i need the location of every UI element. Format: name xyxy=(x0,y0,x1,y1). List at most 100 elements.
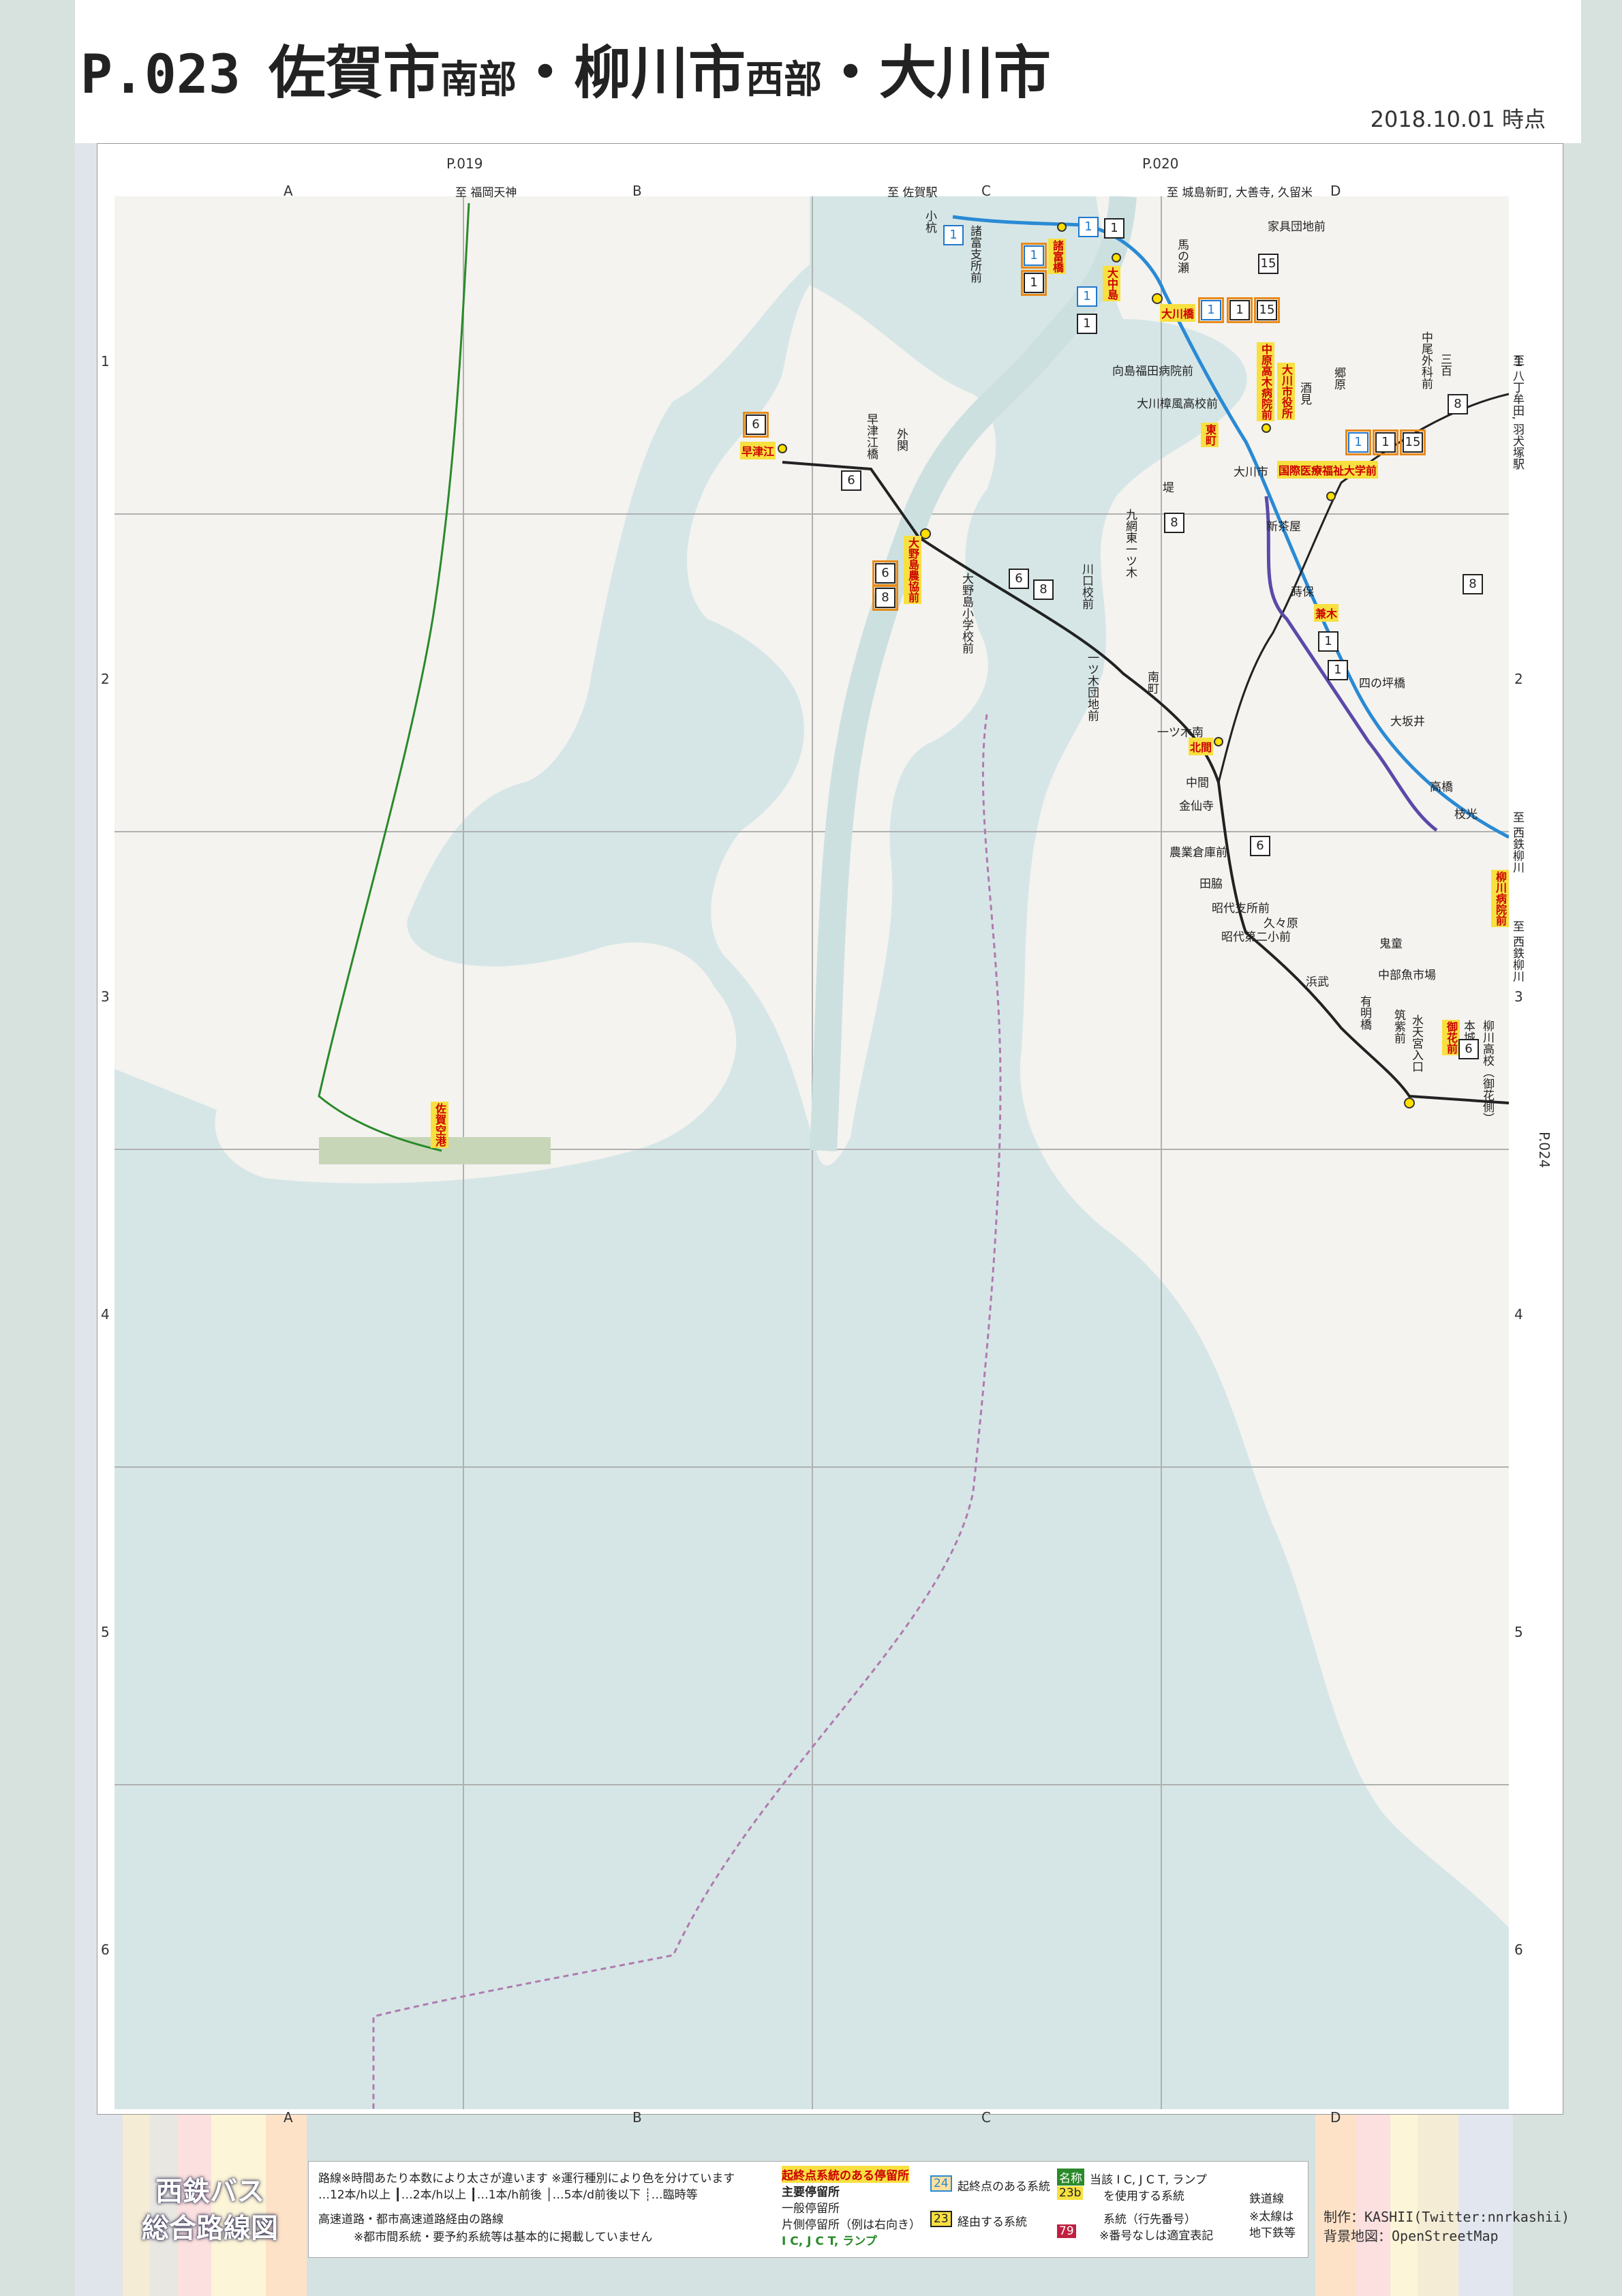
row-label-2: 2 xyxy=(1514,671,1523,687)
stop-label[interactable]: 九網東一ツ木 xyxy=(1122,509,1139,578)
route-badge[interactable]: 8 xyxy=(872,585,898,611)
stop-label[interactable]: 新茶屋 xyxy=(1266,517,1301,534)
stop-label-main[interactable]: 柳川病院前 xyxy=(1491,870,1509,927)
stop-label[interactable]: 酒見 xyxy=(1296,382,1313,405)
legend-route-num: 23 xyxy=(930,2211,952,2227)
stop-label-main[interactable]: 大川橋 xyxy=(1160,304,1196,322)
route-badge[interactable]: 1 xyxy=(943,225,964,245)
route-badge[interactable]: 6 xyxy=(1458,1039,1479,1059)
route-badge[interactable]: 6 xyxy=(1009,569,1029,589)
route-badge[interactable]: 1 xyxy=(1227,297,1253,323)
title-part: 柳川市 xyxy=(574,40,746,106)
stop-label[interactable]: 中尾外科前 xyxy=(1418,331,1435,389)
route-badge[interactable]: 1 xyxy=(1021,270,1047,296)
edge-dest-kashima: 至 城島新町, 大善寺, 久留米 xyxy=(1167,186,1313,200)
legend-route-num: 23b xyxy=(1057,2186,1084,2200)
stop-label[interactable]: 高橋 xyxy=(1430,777,1453,794)
stop-label-main[interactable]: 大川市役所 xyxy=(1277,363,1295,420)
title-part: ・ xyxy=(822,40,880,106)
legend-rail-sub2: 地下鉄等 xyxy=(1249,2226,1296,2240)
neighbor-page-top-right[interactable]: P.020 xyxy=(1142,155,1178,172)
route-badge[interactable]: 1 xyxy=(1077,314,1097,334)
stop-label[interactable]: 大川市 xyxy=(1234,462,1268,479)
route-badge[interactable]: 1 xyxy=(1328,660,1348,680)
neighbor-page-right[interactable]: P.024 xyxy=(1536,1132,1552,1168)
stop-label-main[interactable]: 諸富橋 xyxy=(1048,239,1066,274)
stop-label[interactable]: 蒔保 xyxy=(1291,582,1314,599)
route-badge[interactable]: 15 xyxy=(1254,297,1280,323)
route-badge[interactable]: 6 xyxy=(1250,836,1270,856)
stop-label[interactable]: 川口校前 xyxy=(1078,563,1095,609)
stop-label-main[interactable]: 大野島農協前 xyxy=(904,536,921,604)
route-badge[interactable]: 6 xyxy=(841,470,861,491)
stop-label[interactable]: 有明橋 xyxy=(1356,995,1373,1030)
stop-label-main[interactable]: 国際医療福祉大学前 xyxy=(1277,461,1379,479)
stop-label-main[interactable]: 佐賀空港 xyxy=(431,1102,448,1148)
stop-label[interactable]: 早津江橋 xyxy=(863,413,880,459)
neighbor-page-top-left[interactable]: P.019 xyxy=(446,155,483,172)
route-badge[interactable]: 8 xyxy=(1448,394,1468,414)
stop-label-main[interactable]: 北間 xyxy=(1189,738,1214,755)
stop-label-main[interactable]: 兼木 xyxy=(1314,604,1339,622)
row-label-3: 3 xyxy=(1514,988,1523,1005)
route-badge[interactable]: 1 xyxy=(1021,243,1047,269)
stop-label[interactable]: 三百 xyxy=(1437,353,1454,376)
route-badge[interactable]: 1 xyxy=(1318,631,1338,652)
stop-label[interactable]: 昭代第二小前 xyxy=(1221,927,1291,944)
stop-label[interactable]: 筑紫前 xyxy=(1390,1009,1407,1044)
stop-label[interactable]: 向島福田病院前 xyxy=(1112,361,1193,378)
route-badge[interactable]: 1 xyxy=(1198,297,1224,323)
route-badge[interactable]: 1 xyxy=(1077,286,1097,307)
stop-label[interactable]: 浜武 xyxy=(1306,972,1329,989)
stop-label[interactable]: 一ツ木団地前 xyxy=(1084,652,1101,721)
route-badge[interactable]: 15 xyxy=(1258,254,1279,274)
stop-label[interactable]: 馬の瀬 xyxy=(1174,239,1191,273)
title-part: ・ xyxy=(516,40,574,106)
route-badge[interactable]: 1 xyxy=(1373,429,1398,455)
stop-label[interactable]: 諸富支所前 xyxy=(966,225,983,283)
stop-label[interactable]: 大坂井 xyxy=(1390,712,1425,729)
route-badge[interactable]: 1 xyxy=(1078,217,1099,237)
snapshot-date: 2018.10.01 時点 xyxy=(1370,106,1546,132)
legend-rail: 鉄道線 xyxy=(1249,2192,1284,2206)
row-label-3: 3 xyxy=(101,988,110,1005)
map-canvas[interactable] xyxy=(114,196,1509,2109)
route-badge[interactable]: 8 xyxy=(1164,513,1184,533)
stop-label[interactable]: 南町 xyxy=(1144,671,1161,694)
stop-label[interactable]: 家具団地前 xyxy=(1268,217,1326,234)
stop-label[interactable]: 堤 xyxy=(1159,481,1176,493)
stop-label-main[interactable]: 東町 xyxy=(1201,423,1219,447)
stop-label[interactable]: 金仙寺 xyxy=(1179,796,1214,813)
stop-label[interactable]: 小杭 xyxy=(921,210,938,233)
stop-label[interactable]: 郷原 xyxy=(1330,367,1347,390)
row-label-4: 4 xyxy=(101,1306,110,1323)
stop-label[interactable]: 大野島小学校前 xyxy=(958,573,975,654)
title-part: 大川市 xyxy=(879,40,1052,106)
stop-label-main[interactable]: 大中島 xyxy=(1103,266,1120,301)
stop-label[interactable]: 昭代支所前 xyxy=(1212,898,1270,916)
legend-line-title: 路線※時間あたり本数により太さが違います ※運行種別により色を分けています xyxy=(318,2172,735,2186)
stop-label-main[interactable]: 中原高木病院前 xyxy=(1257,342,1274,421)
route-badge[interactable]: 15 xyxy=(1400,429,1426,455)
stop-label[interactable]: 大川樟風高校前 xyxy=(1137,394,1218,411)
stop-label-main[interactable]: 早津江 xyxy=(740,442,776,459)
route-badge[interactable]: 1 xyxy=(1345,429,1371,455)
route-badge[interactable]: 6 xyxy=(872,560,898,586)
stop-label-main[interactable]: 御花前 xyxy=(1442,1020,1460,1055)
stop-label[interactable]: 柳川高校（御花側） xyxy=(1479,1020,1496,1124)
route-badge[interactable]: 8 xyxy=(1033,579,1054,600)
stop-label[interactable]: 中部魚市場 xyxy=(1378,965,1436,982)
stop-label[interactable]: 四の坪橋 xyxy=(1359,674,1405,691)
route-badge[interactable]: 1 xyxy=(1104,218,1124,239)
legend-system-sub: ※番号なしは適宜表記 xyxy=(1099,2229,1214,2243)
stop-label[interactable]: 水天宮入口 xyxy=(1408,1014,1425,1072)
stop-label[interactable]: 中間 xyxy=(1186,773,1209,790)
row-label-1: 1 xyxy=(101,353,110,369)
stop-label[interactable]: 鬼童 xyxy=(1379,934,1403,951)
stop-label[interactable]: 枝光 xyxy=(1454,804,1478,821)
route-badge[interactable]: 8 xyxy=(1463,574,1483,594)
route-badge[interactable]: 6 xyxy=(743,412,769,438)
stop-label[interactable]: 農業倉庫前 xyxy=(1169,843,1227,860)
stop-label[interactable]: 田脇 xyxy=(1199,874,1223,891)
stop-label[interactable]: 外関 xyxy=(893,428,910,451)
